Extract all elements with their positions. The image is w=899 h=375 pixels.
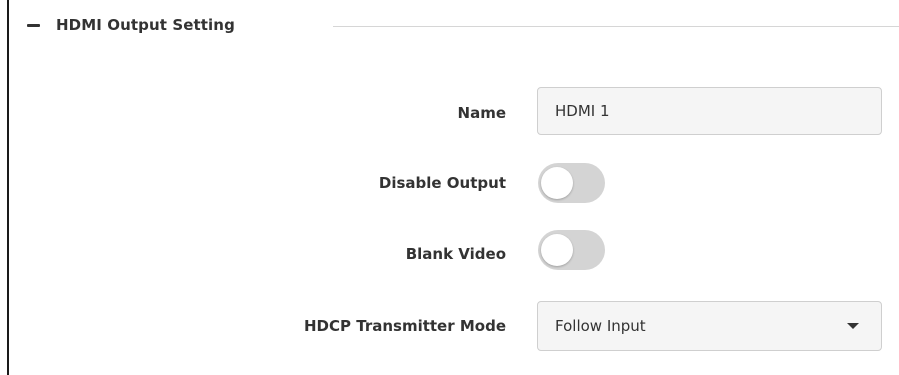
disable-output-toggle[interactable] [538,163,605,203]
toggle-knob [541,167,573,199]
toggle-knob [541,234,573,266]
minus-icon[interactable] [27,23,40,27]
hdcp-mode-value: Follow Input [555,317,646,335]
blank-video-toggle[interactable] [538,230,605,270]
disable-output-label: Disable Output [378,174,506,192]
section-header[interactable]: HDMI Output Setting [27,16,235,34]
hdcp-mode-label: HDCP Transmitter Mode [304,317,506,335]
blank-video-label: Blank Video [405,245,506,263]
caret-down-icon [847,323,859,329]
section-divider [333,26,899,27]
name-label: Name [457,104,506,122]
section-title: HDMI Output Setting [56,16,235,34]
hdcp-mode-select[interactable]: Follow Input [537,301,882,351]
name-input[interactable] [537,87,882,135]
